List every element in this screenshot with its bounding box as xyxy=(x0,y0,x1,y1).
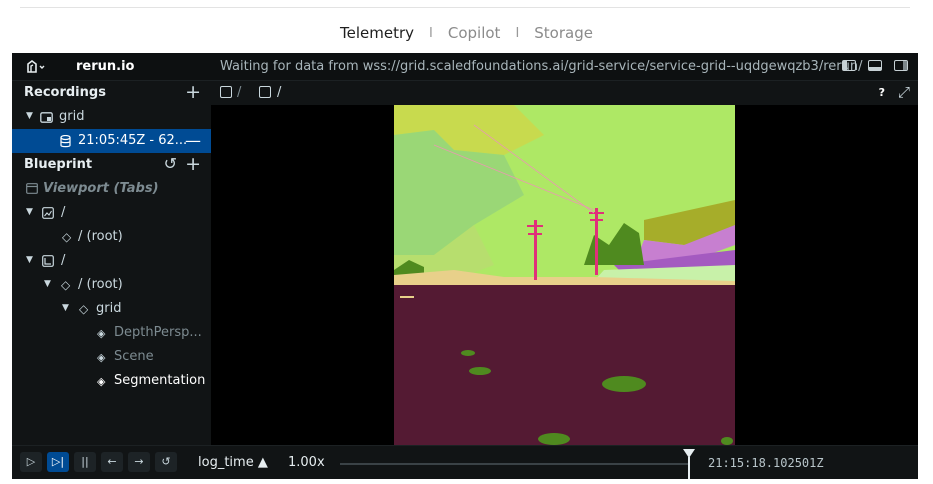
view-tab-2[interactable]: / xyxy=(277,85,281,100)
title-bar: rerun.io Waiting for data from wss://gri… xyxy=(12,53,918,81)
2d-space-icon xyxy=(42,207,54,219)
entity-scene-label: Scene xyxy=(114,349,154,364)
2d-space-icon[interactable] xyxy=(220,86,232,98)
close-recording-icon[interactable]: — xyxy=(185,131,201,150)
space-view-1[interactable]: ▼ / xyxy=(12,201,211,225)
panel-toggles xyxy=(842,60,908,71)
bottom-panel-toggle-icon[interactable] xyxy=(868,60,882,71)
root-label: / (root) xyxy=(78,277,123,292)
app-brand: rerun.io xyxy=(76,59,135,74)
loop-button[interactable]: ↺ xyxy=(155,452,177,472)
add-view-icon[interactable]: + xyxy=(185,153,201,175)
space-view-2[interactable]: ▼ / xyxy=(12,249,211,273)
site-tab-bar: Telemetry I Copilot I Storage xyxy=(0,22,933,44)
entity-scene[interactable]: ◈ Scene xyxy=(12,345,211,369)
space-view-1-root[interactable]: ◇ / (root) xyxy=(12,225,211,249)
caret-up-icon: ▲ xyxy=(257,455,268,470)
view-canvas[interactable] xyxy=(211,105,918,445)
entity-icon: ◈ xyxy=(97,327,106,340)
tab-separator: I xyxy=(515,25,520,41)
top-divider xyxy=(20,7,910,8)
blueprint-title: Blueprint xyxy=(24,157,93,172)
entity-grid[interactable]: ▼ ◇ grid xyxy=(12,297,211,321)
left-sidebar: Recordings + ▼ grid 21:05:45Z - 62... — … xyxy=(12,81,211,445)
app-id-item[interactable]: ▼ grid xyxy=(12,105,211,129)
caret-down-icon[interactable]: ▼ xyxy=(62,303,69,313)
viewport-label: Viewport (Tabs) xyxy=(43,181,159,196)
2d-space-icon[interactable] xyxy=(259,86,271,98)
timeline-selector[interactable]: log_time ▲ xyxy=(198,455,268,470)
playback-speed[interactable]: 1.00x xyxy=(288,455,325,470)
right-panel-toggle-icon[interactable] xyxy=(894,60,908,71)
recording-item[interactable]: 21:05:45Z - 62... — xyxy=(12,129,211,153)
recordings-header: Recordings + xyxy=(12,81,211,105)
blueprint-header: Blueprint ↺ + xyxy=(12,153,211,177)
entity-icon: ◈ xyxy=(97,375,106,388)
entity-segmentation-label: Segmentation xyxy=(114,373,206,388)
2d-space-icon xyxy=(42,255,54,267)
add-recording-icon[interactable]: + xyxy=(185,81,201,103)
rerun-logo-icon[interactable] xyxy=(26,60,46,74)
timeline-track[interactable] xyxy=(340,463,690,465)
timeline-name: log_time xyxy=(198,455,254,470)
space-view-1-label: / xyxy=(61,205,66,220)
app-id-label: grid xyxy=(59,109,85,124)
recordings-title: Recordings xyxy=(24,85,106,100)
diamond-icon: ◇ xyxy=(79,302,89,316)
play-button[interactable]: ▷ xyxy=(20,452,42,472)
caret-down-icon[interactable]: ▼ xyxy=(44,279,51,289)
time-scrubber[interactable] xyxy=(683,449,695,479)
space-view-2-root[interactable]: ▼ ◇ / (root) xyxy=(12,273,211,297)
reset-blueprint-icon[interactable]: ↺ xyxy=(164,154,177,173)
app-window-icon xyxy=(40,112,53,123)
segmentation-render xyxy=(394,105,735,445)
pause-button[interactable]: || xyxy=(74,452,96,472)
entity-icon: ◈ xyxy=(97,351,106,364)
recording-label: 21:05:45Z - 62... xyxy=(78,133,188,148)
viewport-item[interactable]: Viewport (Tabs) xyxy=(12,177,211,201)
diamond-icon: ◇ xyxy=(62,230,72,244)
segmentation-image xyxy=(394,105,735,445)
viewport-icon xyxy=(26,183,38,194)
caret-down-icon[interactable]: ▼ xyxy=(26,255,33,265)
step-forward-button[interactable]: → xyxy=(128,452,150,472)
tab-separator: I xyxy=(429,25,433,41)
tab-telemetry[interactable]: Telemetry xyxy=(334,24,420,42)
time-panel: ▷ ▷| || ← → ↺ log_time ▲ 1.00x 21:15:18.… xyxy=(12,445,918,479)
help-icon[interactable]: ? xyxy=(879,86,885,99)
current-timestamp: 21:15:18.102501Z xyxy=(708,456,824,470)
rerun-viewer: rerun.io Waiting for data from wss://gri… xyxy=(12,53,918,479)
connection-status: Waiting for data from wss://grid.scaledf… xyxy=(220,59,863,74)
space-view-2-label: / xyxy=(61,253,66,268)
entity-depth-label: DepthPersp... xyxy=(114,325,202,340)
caret-down-icon[interactable]: ▼ xyxy=(26,111,33,121)
view-tab-1[interactable]: / xyxy=(237,85,241,100)
maximize-icon[interactable]: ⤢ xyxy=(898,83,910,101)
tab-storage[interactable]: Storage xyxy=(528,24,599,42)
tab-copilot[interactable]: Copilot xyxy=(442,24,507,42)
entity-depth[interactable]: ◈ DepthPersp... xyxy=(12,321,211,345)
entity-segmentation[interactable]: ◈ Segmentation xyxy=(12,369,211,393)
entity-grid-label: grid xyxy=(96,301,122,316)
view-tab-bar: / / ? ⤢ xyxy=(211,81,918,105)
caret-down-icon[interactable]: ▼ xyxy=(26,207,33,217)
step-back-button[interactable]: ← xyxy=(101,452,123,472)
root-label: / (root) xyxy=(78,229,123,244)
left-panel-toggle-icon[interactable] xyxy=(842,60,856,71)
follow-button[interactable]: ▷| xyxy=(47,452,69,472)
database-icon xyxy=(60,135,71,148)
diamond-icon: ◇ xyxy=(61,278,71,292)
